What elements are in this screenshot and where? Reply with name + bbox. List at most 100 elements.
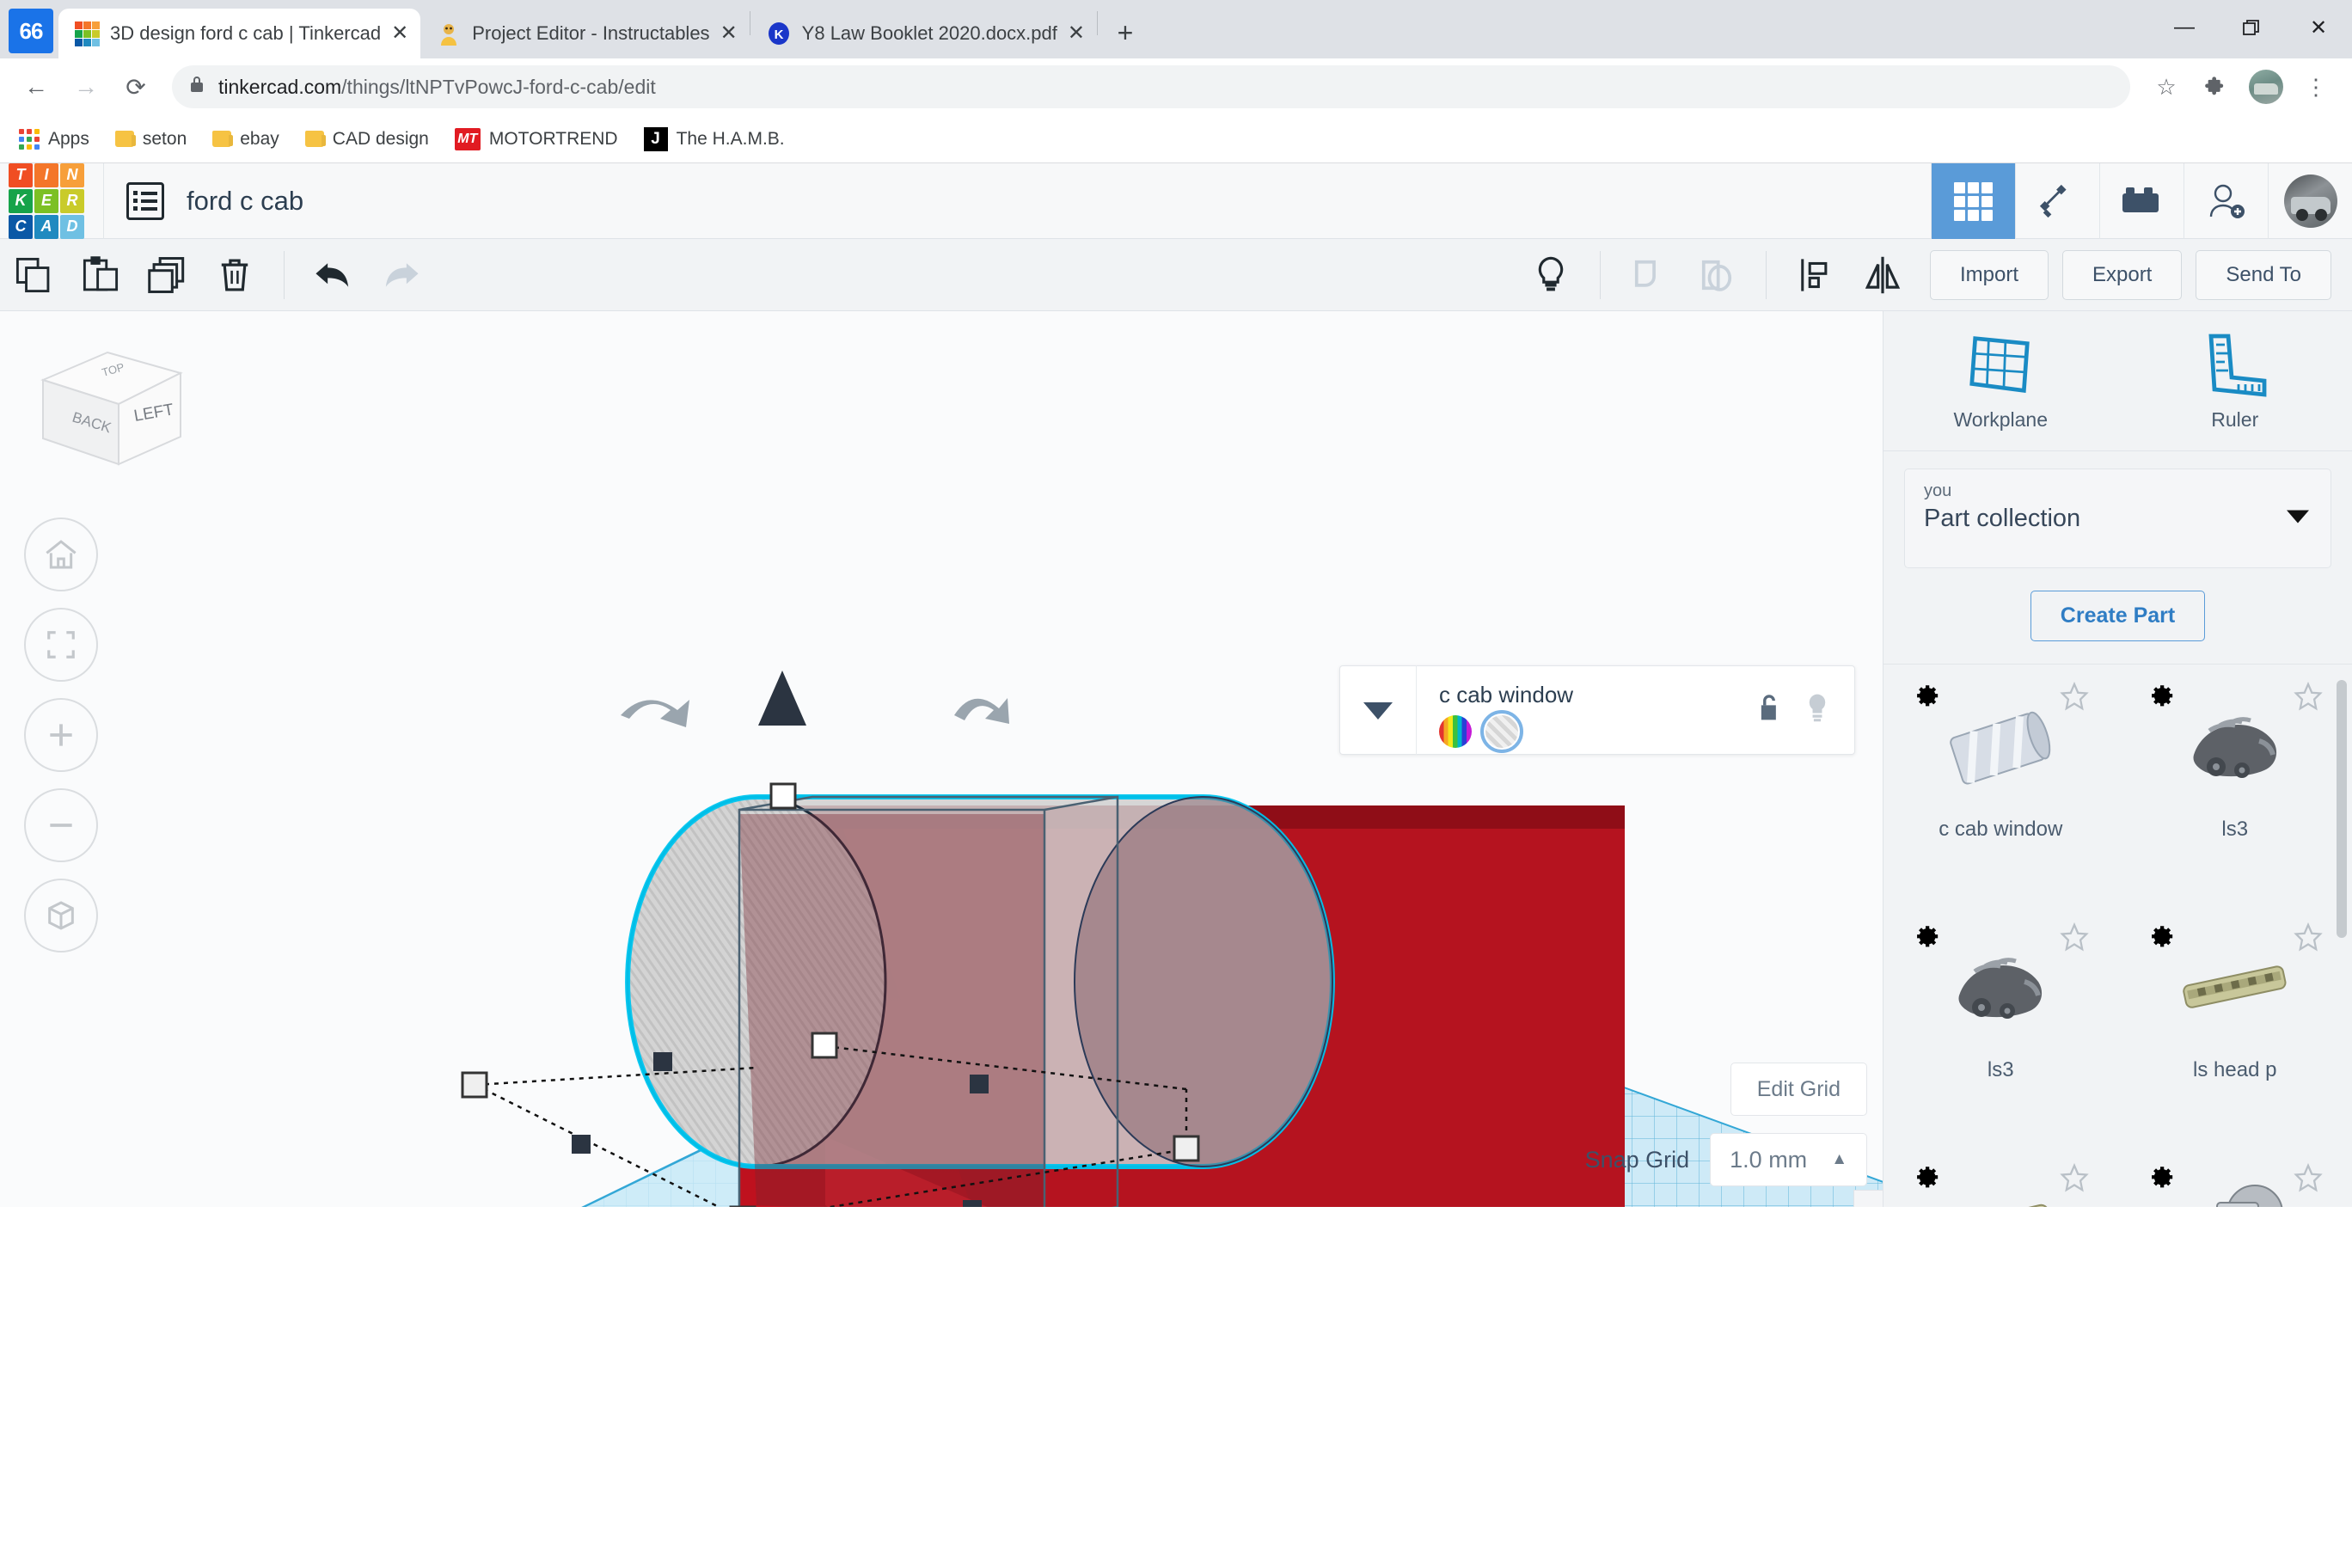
workplane-tool[interactable]: Workplane [1883,311,2118,450]
edit-grid-button[interactable]: Edit Grid [1730,1063,1867,1116]
collection-select[interactable]: you Part collection [1904,469,2331,568]
workplane-label: Workplane [1953,407,2049,431]
transmission-thumb [2166,1170,2304,1207]
star-outline-icon[interactable] [2294,922,2323,956]
forward-button[interactable]: → [64,64,108,109]
view-cube[interactable]: BACK LEFT TOP [17,328,198,487]
browser-tab-0[interactable]: 3D design ford c cab | Tinkercad ✕ [58,9,421,58]
browser-toolbar: ← → ⟳ tinkercad.com/things/ltNPTvPowcJ-f… [0,58,2352,115]
bookmark-motortrend[interactable]: MT MOTORTREND [454,127,618,150]
close-icon[interactable]: ✕ [391,23,408,44]
gear-icon[interactable] [2146,682,2175,715]
bookmark-star-icon[interactable]: ☆ [2144,64,2189,109]
collapse-panel-button[interactable]: ❯ [1853,1190,1883,1207]
star-outline-icon[interactable] [2059,1162,2089,1197]
new-tab-button[interactable]: + [1105,12,1146,53]
ortho-perspective-icon[interactable] [24,879,98,952]
back-button[interactable]: ← [14,64,58,109]
star-outline-icon[interactable] [2059,681,2089,715]
import-button[interactable]: Import [1929,249,2049,300]
bookmark-seton[interactable]: seton [114,129,187,150]
avatar [2249,70,2283,104]
reload-button[interactable]: ⟳ [113,64,158,109]
part-card[interactable]: ls head p [2118,905,2352,1146]
logo-tile-e: E [34,188,58,213]
window-controls: — ✕ [2151,0,2352,55]
lightbulb-icon[interactable] [1804,693,1830,728]
star-outline-icon[interactable] [2059,922,2089,956]
lightbulb-icon[interactable] [1517,239,1584,311]
bookmarks-bar: Apps seton ebay CAD design MT MOTORTREND… [0,115,2352,163]
url-path: /things/ltNPTvPowcJ-ford-c-cab/edit [341,75,656,98]
tinkercad-logo[interactable]: T I N K E R C A D [9,162,84,239]
gear-icon[interactable] [2146,1163,2175,1197]
trash-icon[interactable] [201,239,268,311]
snap-grid-select[interactable]: 1.0 mm ▲ [1710,1133,1867,1186]
part-name: ls3 [2221,818,2249,841]
gear-icon[interactable] [1911,922,1940,956]
close-icon[interactable]: ✕ [1068,23,1085,44]
add-person-icon[interactable] [2184,163,2268,239]
maximize-icon[interactable] [2218,0,2285,55]
address-bar[interactable]: tinkercad.com/things/ltNPTvPowcJ-ford-c-… [172,65,2130,108]
page-title[interactable]: ford c cab [187,186,303,217]
part-card[interactable]: ls3 [2118,665,2352,905]
star-outline-icon[interactable] [2294,1162,2323,1197]
minecraft-pickaxe-icon[interactable] [2015,163,2099,239]
user-avatar[interactable] [2268,163,2352,239]
collapse-caret[interactable] [1340,699,1416,721]
close-icon[interactable]: ✕ [2285,0,2352,55]
browser-tab-1[interactable]: Project Editor - Instructables ✕ [420,9,750,58]
part-card[interactable]: c cab window [1883,665,2118,905]
align-icon[interactable] [1782,239,1849,311]
gear-icon[interactable] [1911,1163,1940,1197]
bookmark-ebay[interactable]: ebay [212,129,279,150]
apps-grid-icon [19,128,40,150]
gear-icon[interactable] [2146,922,2175,956]
profile-avatar[interactable] [2244,64,2288,109]
zoom-out-icon[interactable] [24,788,98,862]
part-card[interactable]: ls3 [1883,905,2118,1146]
send-to-button[interactable]: Send To [2196,249,2331,300]
chevron-up-icon: ▲ [1831,1150,1847,1168]
rainbow-solid-swatch[interactable] [1439,714,1472,748]
lego-brick-icon[interactable] [2099,163,2184,239]
bookmark-cad-design[interactable]: CAD design [304,129,429,150]
chrome-menu-icon[interactable]: ⋮ [2294,64,2338,109]
copy-icon[interactable] [0,239,67,311]
profile-badge[interactable]: 66 [9,9,53,53]
hole-swatch-selected[interactable] [1480,709,1523,753]
create-part-button[interactable]: Create Part [2030,591,2206,641]
mirror-icon[interactable] [1849,239,1916,311]
star-outline-icon[interactable] [2294,681,2323,715]
bookmark-label: MOTORTREND [488,128,618,149]
fit-to-view-icon[interactable] [24,608,98,682]
bookmark-hamb[interactable]: J The H.A.M.B. [643,126,785,151]
blocks-grid-icon[interactable] [1931,163,2015,239]
engine-thumb [2166,689,2304,809]
part-card[interactable]: toploader tran… [2118,1146,2352,1207]
unlock-icon[interactable] [1756,693,1782,728]
browser-tab-2[interactable]: K Y8 Law Booklet 2020.docx.pdf ✕ [750,9,1097,58]
puzzle-icon[interactable] [2194,64,2239,109]
export-button[interactable]: Export [2061,249,2183,300]
bookmark-apps[interactable]: Apps [19,128,89,150]
snap-grid-row: Snap Grid 1.0 mm ▲ [1585,1133,1867,1186]
home-view-icon[interactable] [24,518,98,591]
object-toggles [1756,693,1830,728]
ruler-tool[interactable]: Ruler [2118,311,2352,450]
design-list-icon[interactable] [126,181,164,220]
undo-icon[interactable] [300,239,367,311]
gear-icon[interactable] [1911,682,1940,715]
tab-title: 3D design ford c cab | Tinkercad [110,22,382,44]
ungroup-icon [1683,239,1750,311]
right-sidebar: Workplane Ruler you Part collection Crea… [1883,311,2352,1207]
close-icon[interactable]: ✕ [720,23,738,44]
duplicate-icon[interactable] [134,239,201,311]
part-card[interactable]: LS HEAD d [1883,1146,2118,1207]
zoom-in-icon[interactable] [24,698,98,772]
minimize-icon[interactable]: — [2151,0,2218,55]
paste-icon[interactable] [67,239,134,311]
parts-grid[interactable]: c cab window ls3 ls3 ls head p [1883,664,2352,1207]
rotate-handles [621,698,1009,727]
